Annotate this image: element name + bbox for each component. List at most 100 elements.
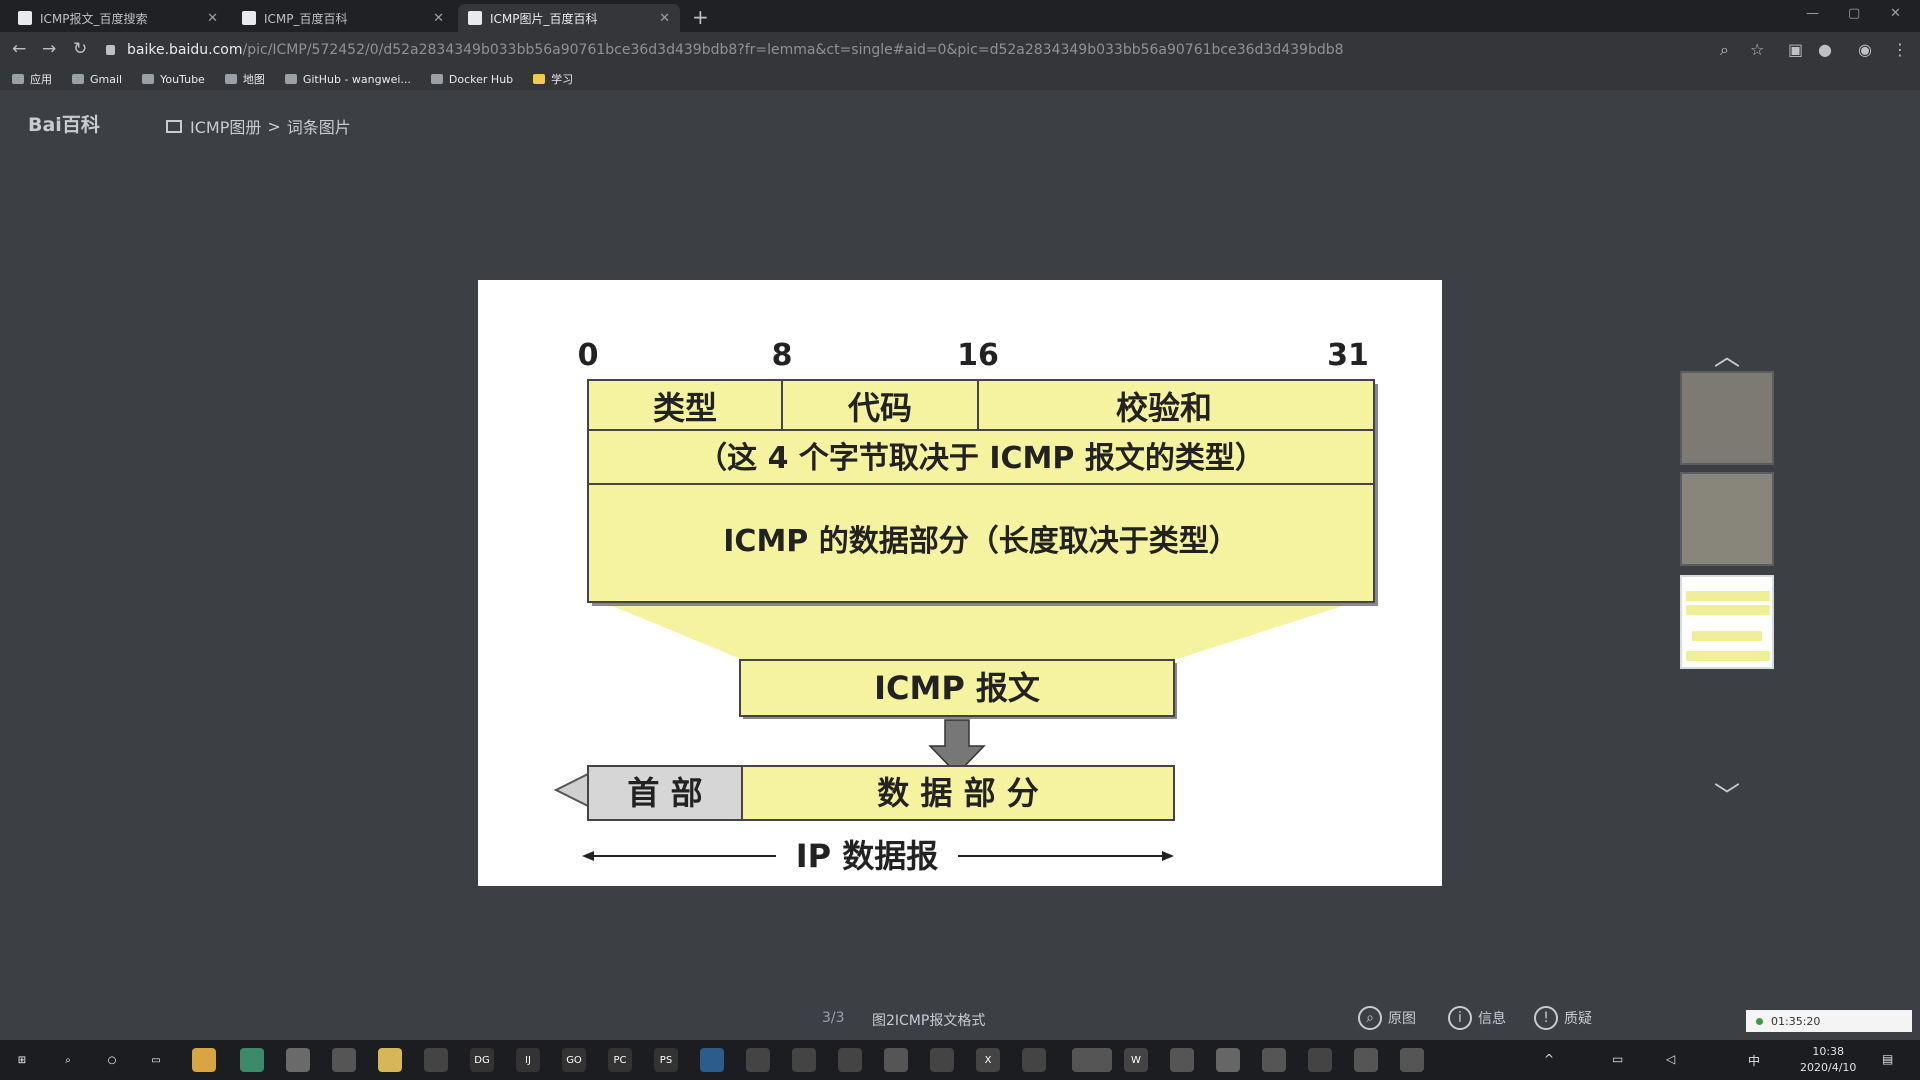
bookmark-folder-study[interactable]: 学习 xyxy=(533,71,573,87)
chrome-icon[interactable] xyxy=(378,1048,402,1072)
back-icon[interactable]: ← xyxy=(12,39,26,59)
breadcrumb-album-link[interactable]: ICMP图册 xyxy=(190,114,261,138)
bookmark-maps[interactable]: 地图 xyxy=(224,71,265,87)
wechat-icon[interactable] xyxy=(1072,1048,1112,1072)
app-icon[interactable] xyxy=(1400,1048,1424,1072)
apps-grid-icon xyxy=(12,74,24,84)
tray-chevron-up-icon[interactable]: ^ xyxy=(1544,1052,1554,1066)
bookmark-star-icon[interactable]: ☆ xyxy=(1750,40,1764,59)
bookmark-gmail[interactable]: Gmail xyxy=(72,73,122,86)
volume-icon[interactable]: ◁ xyxy=(1666,1052,1675,1066)
bit-label-8: 8 xyxy=(772,338,793,373)
task-view-icon[interactable]: ▭ xyxy=(144,1048,168,1072)
info-button[interactable]: i 信息 xyxy=(1448,1006,1506,1030)
vscode-icon[interactable] xyxy=(700,1048,724,1072)
cortana-icon[interactable]: ○ xyxy=(100,1048,124,1072)
address-bar[interactable]: baike.baidu.com /pic/ICMP/572452/0/d52a2… xyxy=(106,37,1726,63)
zoom-icon[interactable]: ⌕ xyxy=(1720,40,1729,60)
store-icon[interactable] xyxy=(286,1048,310,1072)
forward-icon[interactable]: → xyxy=(42,39,56,59)
extension-icon[interactable]: ▣ xyxy=(1788,40,1803,59)
pycharm-icon[interactable]: PC xyxy=(608,1048,632,1072)
close-icon[interactable]: ✕ xyxy=(433,11,444,26)
thumbnail-2[interactable] xyxy=(1680,472,1774,566)
image-counter: 3/3 xyxy=(822,1010,845,1026)
excel-icon[interactable]: X xyxy=(976,1048,1000,1072)
app-icon[interactable] xyxy=(1262,1048,1286,1072)
youtube-icon xyxy=(142,74,155,84)
ime-indicator[interactable]: 中 xyxy=(1748,1052,1760,1069)
close-icon[interactable]: ✕ xyxy=(207,11,218,26)
notification-icon[interactable]: ▤ xyxy=(1882,1052,1893,1066)
new-tab-plus-icon[interactable]: + xyxy=(692,5,709,29)
magnifier-icon: ⌕ xyxy=(1358,1006,1382,1030)
profile-icon[interactable]: ◉ xyxy=(1858,40,1872,59)
battery-icon[interactable]: ▭ xyxy=(1612,1052,1623,1066)
app-icon[interactable] xyxy=(838,1048,862,1072)
app-icon[interactable] xyxy=(930,1048,954,1072)
xmind-icon[interactable] xyxy=(884,1048,908,1072)
ip-data-label: 数 据 部 分 xyxy=(877,774,1038,812)
word-icon[interactable]: W xyxy=(1124,1048,1148,1072)
row-type-dependent-text: （这 4 个字节取决于 ICMP 报文的类型） xyxy=(697,441,1265,476)
url-path: /pic/ICMP/572452/0/d52a2834349b033bb56a9… xyxy=(242,42,1344,58)
system-clock[interactable]: 10:38 2020/4/10 xyxy=(1800,1044,1856,1076)
tab-icmp-images[interactable]: ICMP图片_百度百科 ✕ xyxy=(458,4,680,32)
app-icon[interactable] xyxy=(1170,1048,1194,1072)
bookmark-apps[interactable]: 应用 xyxy=(12,71,52,87)
minimize-icon[interactable]: — xyxy=(1806,6,1819,21)
lock-icon xyxy=(106,45,115,55)
mail-icon[interactable] xyxy=(332,1048,356,1072)
reload-icon[interactable]: ↻ xyxy=(73,39,87,59)
file-explorer-icon[interactable] xyxy=(192,1048,216,1072)
main-image[interactable]: .fig { font-family: "DejaVu Sans", sans-… xyxy=(478,280,1442,886)
app-icon[interactable] xyxy=(1308,1048,1332,1072)
next-image-chevron-down-icon[interactable]: ﹀ xyxy=(1714,776,1740,813)
app-icon[interactable] xyxy=(746,1048,770,1072)
app-icon[interactable] xyxy=(1354,1048,1378,1072)
report-button[interactable]: ! 质疑 xyxy=(1534,1006,1592,1030)
thumb-diagram-row xyxy=(1686,651,1770,661)
close-icon[interactable]: ✕ xyxy=(659,11,670,26)
tab-label: ICMP图片_百度百科 xyxy=(490,11,598,26)
ip-datagram-label: IP 数据报 xyxy=(796,837,939,875)
search-icon[interactable]: ⌕ xyxy=(56,1048,80,1072)
prev-image-chevron-up-icon[interactable]: ︿ xyxy=(1714,336,1740,373)
baidu-baike-logo[interactable]: Bai百科 xyxy=(28,110,100,137)
extension-circle-icon[interactable]: ● xyxy=(1818,40,1832,59)
recording-dot-icon xyxy=(1756,1017,1763,1025)
goland-icon[interactable]: GO xyxy=(562,1048,586,1072)
datagrip-icon[interactable]: DG xyxy=(470,1048,494,1072)
app-icon[interactable] xyxy=(1022,1048,1046,1072)
album-icon xyxy=(166,119,182,133)
app-icon[interactable] xyxy=(792,1048,816,1072)
app-icon[interactable] xyxy=(1216,1048,1240,1072)
windows-start-icon[interactable]: ⊞ xyxy=(10,1048,34,1072)
java-icon[interactable] xyxy=(424,1048,448,1072)
row-data-part-text: ICMP 的数据部分（长度取决于类型） xyxy=(723,524,1238,559)
url-host: baike.baidu.com xyxy=(127,42,243,58)
menu-kebab-icon[interactable]: ⋮ xyxy=(1892,40,1908,59)
exclamation-icon: ! xyxy=(1534,1006,1558,1030)
app-icon[interactable] xyxy=(240,1048,264,1072)
baidu-favicon-icon xyxy=(468,11,482,25)
tab-icmp-baike[interactable]: ICMP_百度百科 ✕ xyxy=(232,4,454,32)
breadcrumb-current: 词条图片 xyxy=(286,118,351,137)
thumbnail-3-selected[interactable] xyxy=(1680,575,1774,669)
bit-label-31: 31 xyxy=(1327,338,1369,373)
tab-icmp-search[interactable]: ICMP报文_百度搜索 ✕ xyxy=(8,4,228,32)
maximize-icon[interactable]: ▢ xyxy=(1848,6,1860,21)
breadcrumb-separator: > xyxy=(267,116,281,136)
field-checksum: 校验和 xyxy=(1116,389,1212,427)
phpstorm-icon[interactable]: PS xyxy=(654,1048,678,1072)
thumbnail-1[interactable] xyxy=(1680,371,1774,465)
bookmark-dockerhub[interactable]: Docker Hub xyxy=(430,73,513,86)
intellij-icon[interactable]: IJ xyxy=(516,1048,540,1072)
bookmark-youtube[interactable]: YouTube xyxy=(142,73,205,86)
bookmark-github[interactable]: GitHub - wangwei... xyxy=(284,73,411,86)
original-image-button[interactable]: ⌕ 原图 xyxy=(1358,1006,1416,1030)
window-close-icon[interactable]: ✕ xyxy=(1890,6,1901,21)
image-caption: 图2ICMP报文格式 xyxy=(872,1013,986,1029)
viewer-bottom-bar: 3/3 图2ICMP报文格式 ⌕ 原图 i 信息 ! 质疑 xyxy=(0,1006,1920,1032)
thumb-diagram-row xyxy=(1692,631,1762,641)
